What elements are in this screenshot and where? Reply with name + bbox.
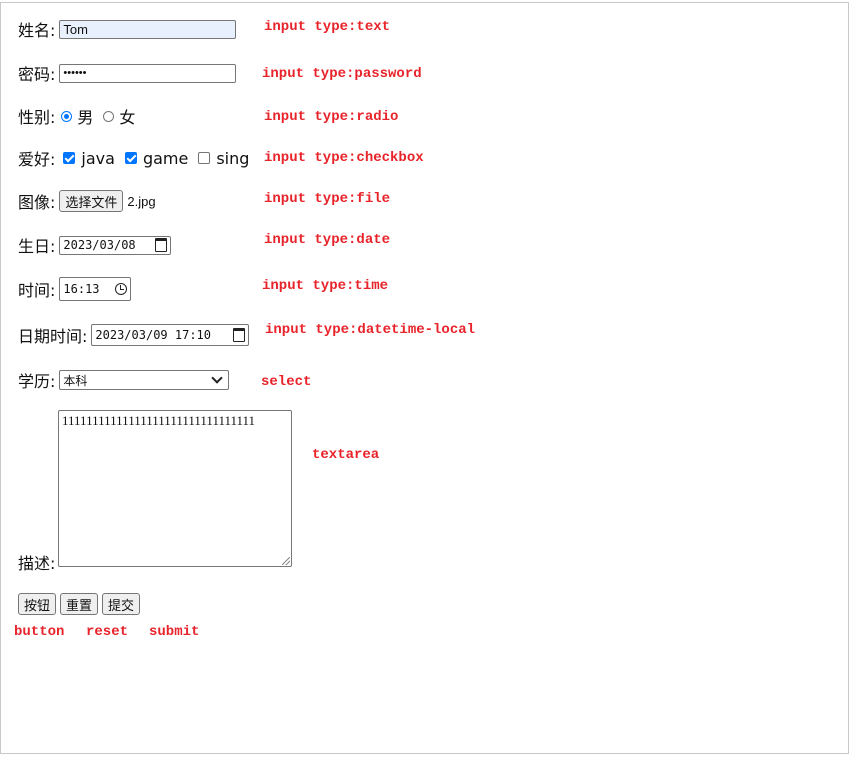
calendar-icon[interactable] — [155, 238, 168, 252]
birthday-label: 生日: — [18, 237, 56, 256]
calendar-icon[interactable] — [233, 328, 246, 342]
education-row: 学历: 本科 — [18, 368, 230, 392]
button-type-note: button — [14, 624, 65, 640]
description-row: 描述: — [18, 550, 55, 574]
time-input[interactable]: 16:13 — [59, 277, 132, 301]
description-value: 11111111111111111111111111111111 — [62, 413, 256, 428]
password-input[interactable]: •••••• — [59, 63, 237, 83]
education-label: 学历: — [18, 372, 56, 391]
education-select[interactable]: 本科 — [59, 370, 230, 390]
name-type-note: input type:text — [264, 19, 391, 35]
chevron-down-icon — [211, 372, 224, 384]
gender-male-label: 男 — [77, 108, 94, 127]
password-label: 密码: — [18, 65, 56, 84]
submit-button[interactable]: 提交 — [102, 593, 141, 615]
gender-female-label: 女 — [119, 108, 136, 127]
submit-type-note: submit — [149, 624, 200, 640]
buttons-row: 按钮 重置 提交 — [18, 592, 141, 616]
image-row: 图像: 选择文件 2.jpg — [18, 189, 156, 213]
datetime-row: 日期时间: 2023/03/09 17:10 — [18, 323, 250, 347]
datetime-type-note: input type:datetime-local — [265, 322, 476, 338]
datetime-value: 2023/03/09 17:10 — [95, 328, 211, 342]
description-label: 描述: — [18, 554, 56, 573]
gender-row: 性别: 男 女 — [18, 104, 139, 128]
birthday-type-note: input type:date — [264, 232, 391, 248]
gender-female-radio[interactable] — [103, 110, 115, 122]
hobby-type-note: input type:checkbox — [264, 150, 424, 166]
description-textarea[interactable]: 11111111111111111111111111111111 — [58, 410, 292, 567]
datetime-label: 日期时间: — [18, 327, 88, 346]
reset-type-note: reset — [86, 624, 129, 640]
password-row: 密码: •••••• — [18, 61, 237, 85]
name-label: 姓名: — [18, 21, 56, 40]
image-type-note: input type:file — [264, 191, 391, 207]
time-value: 16:13 — [63, 282, 100, 296]
education-type-note: select — [261, 374, 312, 390]
time-label: 时间: — [18, 281, 56, 300]
gender-male-radio[interactable] — [61, 110, 73, 122]
hobby-sing-label: sing — [216, 148, 250, 168]
hobby-game-label: game — [142, 148, 189, 168]
hobby-java-label: java — [81, 148, 115, 168]
hobby-java-checkbox[interactable] — [63, 152, 76, 164]
reset-button[interactable]: 重置 — [60, 593, 99, 615]
password-type-note: input type:password — [262, 66, 422, 82]
choose-file-button[interactable]: 选择文件 — [59, 190, 124, 212]
hobby-sing-checkbox[interactable] — [198, 152, 211, 164]
birthday-row: 生日: 2023/03/08 — [18, 233, 172, 257]
education-selected: 本科 — [63, 373, 88, 388]
birthday-value: 2023/03/08 — [63, 238, 136, 252]
name-input[interactable]: Tom — [59, 19, 237, 39]
gender-label: 性别: — [18, 108, 56, 127]
clock-icon[interactable] — [115, 283, 128, 295]
image-label: 图像: — [18, 193, 56, 212]
hobby-label: 爱好: — [18, 150, 56, 169]
hobby-row: 爱好: java game sing — [18, 146, 253, 170]
time-row: 时间: 16:13 — [18, 277, 132, 301]
file-name: 2.jpg — [127, 193, 156, 209]
name-row: 姓名: Tom — [18, 17, 237, 41]
gender-type-note: input type:radio — [264, 109, 399, 125]
description-type-note: textarea — [312, 447, 380, 463]
time-type-note: input type:time — [262, 278, 389, 294]
hobby-game-checkbox[interactable] — [124, 152, 137, 164]
datetime-input[interactable]: 2023/03/09 17:10 — [91, 324, 250, 346]
plain-button[interactable]: 按钮 — [18, 593, 57, 615]
birthday-input[interactable]: 2023/03/08 — [59, 235, 172, 255]
resize-handle[interactable] — [282, 557, 290, 565]
